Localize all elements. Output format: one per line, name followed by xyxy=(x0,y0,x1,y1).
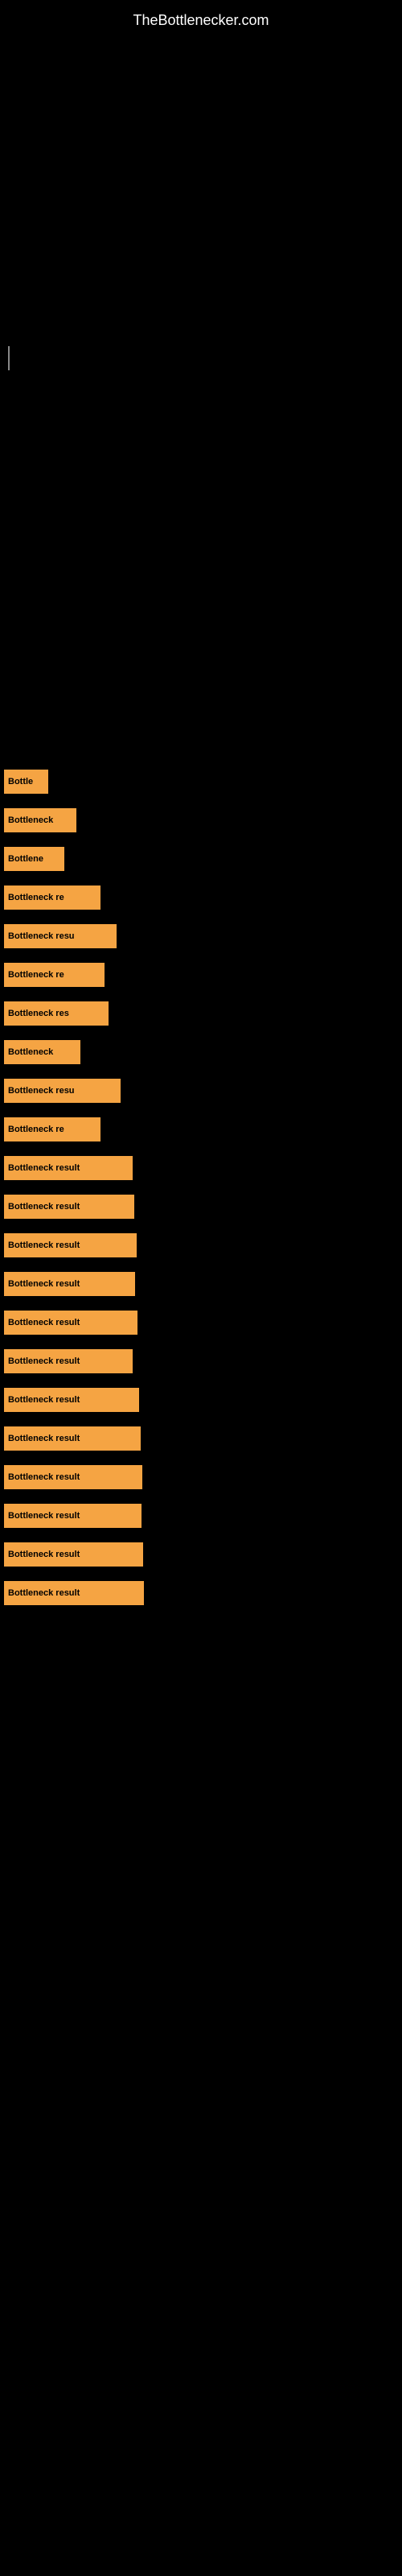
bar-15: Bottleneck result xyxy=(4,1311,137,1335)
bar-7: Bottleneck res xyxy=(4,1001,109,1026)
bar-9: Bottleneck resu xyxy=(4,1079,121,1103)
bars-container: Bottle Bottleneck Bottlene Bottleneck re Bot… xyxy=(0,383,402,1605)
bar-5: Bottleneck resu xyxy=(4,924,117,948)
bar-row-3: Bottlene xyxy=(4,847,402,871)
bar-row-8: Bottleneck xyxy=(4,1040,402,1064)
chart-area xyxy=(0,37,402,383)
bar-1: Bottle xyxy=(4,770,48,794)
bar-row-1: Bottle xyxy=(4,770,402,794)
bar-10: Bottleneck re xyxy=(4,1117,100,1141)
bar-2: Bottleneck xyxy=(4,808,76,832)
bar-row-6: Bottleneck re xyxy=(4,963,402,987)
bar-row-11: Bottleneck result xyxy=(4,1156,402,1180)
bar-12: Bottleneck result xyxy=(4,1195,134,1219)
bar-6: Bottleneck re xyxy=(4,963,105,987)
bar-18: Bottleneck result xyxy=(4,1426,141,1451)
bar-13: Bottleneck result xyxy=(4,1233,137,1257)
bar-row-21: Bottleneck result xyxy=(4,1542,402,1567)
bar-row-14: Bottleneck result xyxy=(4,1272,402,1296)
bar-8: Bottleneck xyxy=(4,1040,80,1064)
bar-row-15: Bottleneck result xyxy=(4,1311,402,1335)
divider-line xyxy=(8,346,10,370)
bar-row-12: Bottleneck result xyxy=(4,1195,402,1219)
bar-11: Bottleneck result xyxy=(4,1156,133,1180)
bar-14: Bottleneck result xyxy=(4,1272,135,1296)
site-title: TheBottlenecker.com xyxy=(0,0,402,37)
bar-row-17: Bottleneck result xyxy=(4,1388,402,1412)
bar-row-20: Bottleneck result xyxy=(4,1504,402,1528)
bar-row-5: Bottleneck resu xyxy=(4,924,402,948)
bar-20: Bottleneck result xyxy=(4,1504,142,1528)
bar-row-22: Bottleneck result xyxy=(4,1581,402,1605)
bar-21: Bottleneck result xyxy=(4,1542,143,1567)
bar-row-16: Bottleneck result xyxy=(4,1349,402,1373)
bar-row-10: Bottleneck re xyxy=(4,1117,402,1141)
bar-row-2: Bottleneck xyxy=(4,808,402,832)
bar-row-13: Bottleneck result xyxy=(4,1233,402,1257)
bar-row-7: Bottleneck res xyxy=(4,1001,402,1026)
bar-4: Bottleneck re xyxy=(4,886,100,910)
bar-row-18: Bottleneck result xyxy=(4,1426,402,1451)
bar-row-19: Bottleneck result xyxy=(4,1465,402,1489)
bar-row-9: Bottleneck resu xyxy=(4,1079,402,1103)
bar-16: Bottleneck result xyxy=(4,1349,133,1373)
bar-19: Bottleneck result xyxy=(4,1465,142,1489)
bar-17: Bottleneck result xyxy=(4,1388,139,1412)
bar-row-4: Bottleneck re xyxy=(4,886,402,910)
bar-22: Bottleneck result xyxy=(4,1581,144,1605)
bar-3: Bottlene xyxy=(4,847,64,871)
